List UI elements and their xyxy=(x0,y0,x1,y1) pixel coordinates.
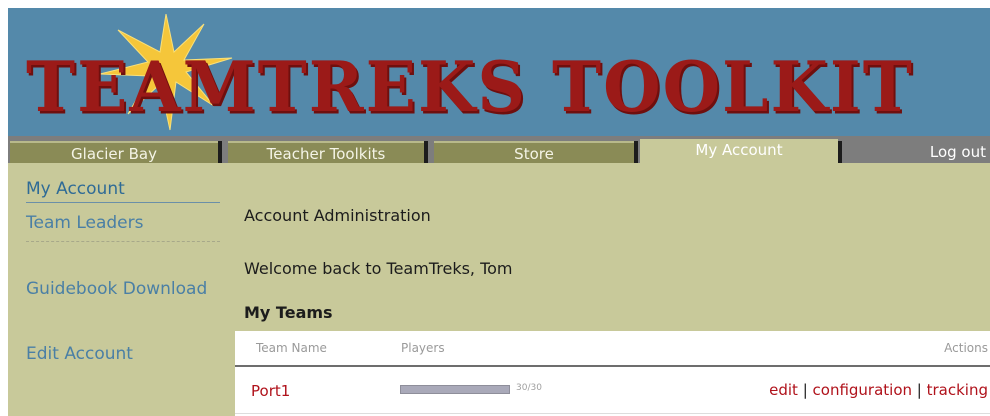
sidebar-item-edit-account[interactable]: Edit Account xyxy=(26,344,133,364)
page-title: Account Administration xyxy=(244,206,431,225)
logout-link[interactable]: Log out xyxy=(906,141,990,163)
column-header-actions: Actions xyxy=(944,341,988,355)
team-name-link[interactable]: Port1 xyxy=(251,382,290,400)
tab-store[interactable]: Store xyxy=(434,141,634,163)
page-left-margin xyxy=(0,0,8,416)
tab-glacier-bay[interactable]: Glacier Bay xyxy=(10,141,218,163)
sidebar-item-team-leaders[interactable]: Team Leaders xyxy=(26,213,143,233)
action-separator: | xyxy=(802,381,813,399)
players-progress-bar xyxy=(400,385,510,394)
tab-divider xyxy=(218,141,222,163)
sidebar: My Account Team Leaders Guidebook Downlo… xyxy=(8,163,223,416)
teams-table: Team Name Players Actions Port1 30/30 ed… xyxy=(235,331,990,416)
tab-my-account[interactable]: My Account xyxy=(640,139,838,163)
logo-wordmark: TEAMTREKS TOOLKIT xyxy=(26,46,914,128)
configuration-link[interactable]: configuration xyxy=(813,381,913,399)
column-header-players: Players xyxy=(401,341,445,355)
sidebar-item-my-account[interactable]: My Account xyxy=(26,179,125,199)
column-header-team-name: Team Name xyxy=(256,341,327,355)
sidebar-divider xyxy=(26,241,220,242)
players-count: 30/30 xyxy=(516,383,542,393)
table-header-rule xyxy=(235,365,990,367)
welcome-message: Welcome back to TeamTreks, Tom xyxy=(244,259,513,278)
row-rule xyxy=(235,413,990,414)
site-header: TEAMTREKS TOOLKIT xyxy=(8,8,990,133)
teamtreks-logo[interactable]: TEAMTREKS TOOLKIT xyxy=(26,14,912,132)
my-teams-heading: My Teams xyxy=(244,303,333,322)
tab-divider xyxy=(424,141,428,163)
action-separator: | xyxy=(916,381,927,399)
tab-divider xyxy=(634,141,638,163)
edit-link[interactable]: edit xyxy=(769,381,798,399)
tracking-link[interactable]: tracking xyxy=(927,381,988,399)
players-progress-fill xyxy=(401,386,509,393)
sidebar-divider xyxy=(26,202,220,203)
row-actions: edit | configuration | tracking xyxy=(769,381,988,399)
tab-divider xyxy=(838,141,842,163)
sidebar-item-guidebook-download[interactable]: Guidebook Download xyxy=(26,279,207,299)
tab-teacher-toolkits[interactable]: Teacher Toolkits xyxy=(228,141,424,163)
